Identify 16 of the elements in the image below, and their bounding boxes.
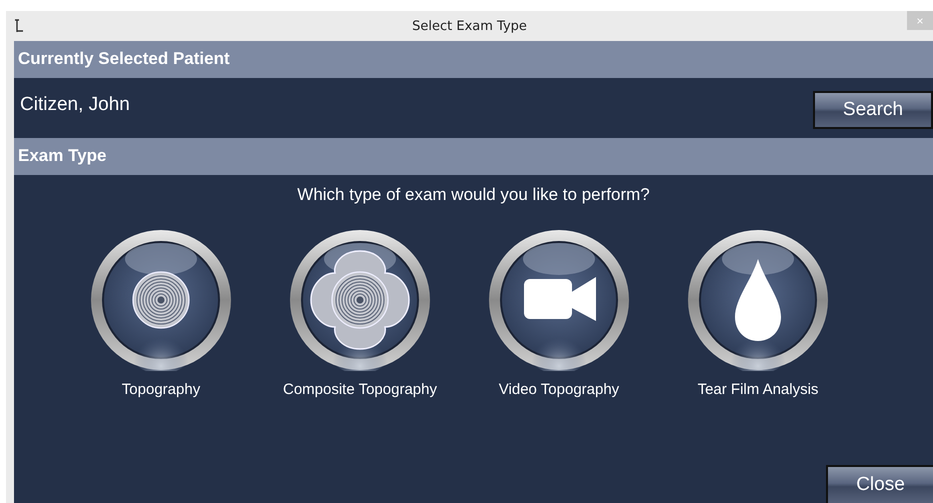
exam-type-label: Composite Topography <box>283 381 437 398</box>
patient-name: Citizen, John <box>20 94 130 116</box>
section-header: Currently Selected Patient <box>14 41 933 78</box>
window-title: Select Exam Type <box>412 18 527 34</box>
exam-type-label: Video Topography <box>498 381 620 398</box>
concentric-rings-button[interactable] <box>289 229 431 371</box>
search-button[interactable]: Search <box>813 91 933 129</box>
exam-type-label: Tear Film Analysis <box>698 381 818 398</box>
section-header: Exam Type <box>14 138 933 175</box>
water-drop-button[interactable] <box>687 229 829 371</box>
exam-prompt: Which type of exam would you like to perform? <box>296 185 651 205</box>
video-camera-button[interactable] <box>488 229 630 371</box>
close-button[interactable]: Close <box>826 465 933 503</box>
app-icon <box>14 19 24 33</box>
concentric-rings-button[interactable] <box>90 229 232 371</box>
exam-type-label: Topography <box>122 381 200 398</box>
